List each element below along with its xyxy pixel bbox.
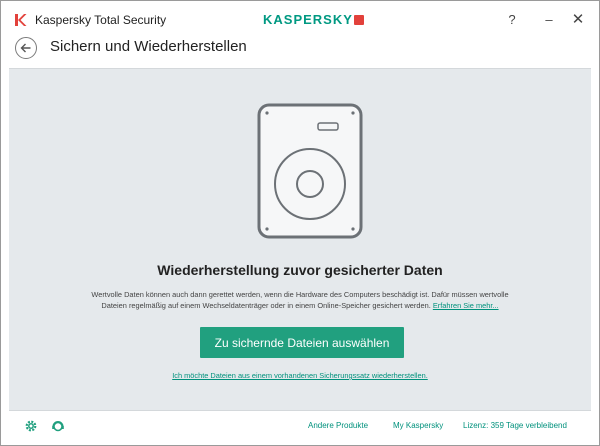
learn-more-link[interactable]: Erfahren Sie mehr... (433, 301, 499, 310)
title-bar: Kaspersky Total Security KASPERSKY ? – ✕ (1, 1, 599, 35)
brand-badge-icon (353, 15, 364, 25)
description-line-1: Wertvolle Daten können auch dann gerette… (91, 290, 509, 299)
help-button[interactable]: ? (501, 9, 523, 31)
other-products-link[interactable]: Andere Produkte (308, 421, 368, 430)
hard-disk-icon (257, 103, 363, 239)
select-files-button[interactable]: Zu sichernde Dateien auswählen (200, 327, 404, 358)
back-button[interactable] (15, 37, 37, 59)
main-panel: Wiederherstellung zuvor gesicherter Date… (9, 68, 591, 411)
close-button[interactable]: ✕ (567, 9, 589, 31)
description-text: Wertvolle Daten können auch dann gerette… (39, 289, 561, 311)
support-agent-icon[interactable] (51, 419, 65, 433)
back-arrow-icon (20, 43, 31, 53)
restore-from-backup-link[interactable]: Ich möchte Dateien aus einem vorhandenen… (9, 371, 591, 380)
brand-wordmark: KASPERSKY (263, 12, 353, 27)
kaspersky-k-icon (15, 14, 27, 26)
section-heading: Wiederherstellung zuvor gesicherter Date… (157, 262, 443, 278)
app-title: Kaspersky Total Security (35, 13, 167, 27)
my-kaspersky-link[interactable]: My Kaspersky (393, 421, 443, 430)
brand-logo: KASPERSKY (263, 12, 364, 27)
page-title: Sichern und Wiederherstellen (50, 38, 247, 55)
license-link[interactable]: Lizenz: 359 Tage verbleibend (463, 421, 567, 430)
gear-icon[interactable] (24, 419, 38, 433)
minimize-button[interactable]: – (538, 9, 560, 31)
description-line-2: Dateien regelmäßig auf einem Wechseldate… (101, 301, 431, 310)
app-window: Kaspersky Total Security KASPERSKY ? – ✕… (0, 0, 600, 446)
